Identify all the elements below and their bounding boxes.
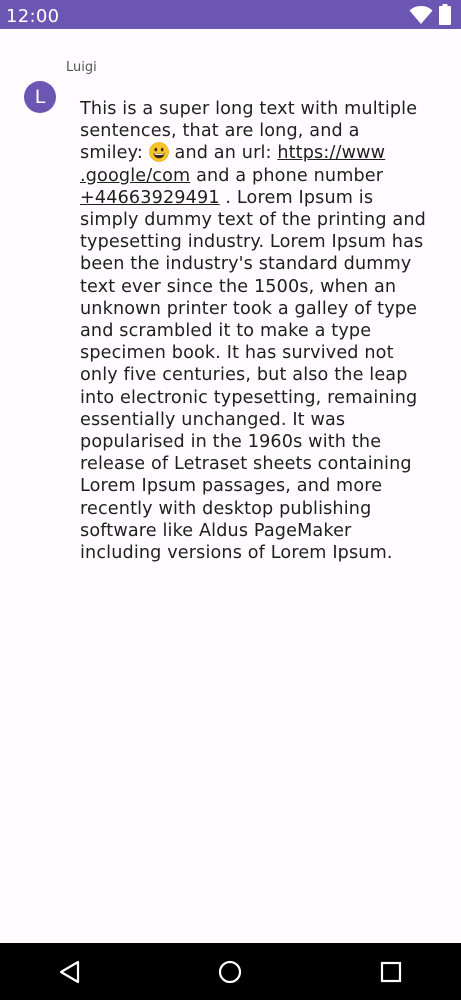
home-icon[interactable] <box>216 958 244 986</box>
wifi-icon <box>409 5 433 24</box>
status-icons <box>409 4 451 25</box>
battery-icon <box>439 4 451 25</box>
back-icon[interactable] <box>56 958 84 986</box>
message-screen: Luigi L This is a super long text with m… <box>0 29 461 943</box>
url-link-part[interactable]: https://www <box>277 143 385 163</box>
status-bar: 12:00 <box>0 0 461 29</box>
status-time: 12:00 <box>6 6 60 27</box>
grinning-face-emoji-icon <box>148 142 169 163</box>
navigation-bar <box>0 943 461 1000</box>
sender-name: Luigi <box>66 60 97 75</box>
phone-link[interactable]: +44663929491 <box>80 188 220 208</box>
message-text: This is a super long text with multiple … <box>80 98 427 564</box>
message-text-part: and a phone number <box>190 165 384 186</box>
message-text-part: and an url: <box>168 143 278 164</box>
url-link-part[interactable]: .google/com <box>80 166 190 186</box>
message-text-part: . Lorem Ipsum is simply dummy text of th… <box>80 187 426 564</box>
recents-icon[interactable] <box>377 958 405 986</box>
avatar[interactable]: L <box>24 81 56 113</box>
